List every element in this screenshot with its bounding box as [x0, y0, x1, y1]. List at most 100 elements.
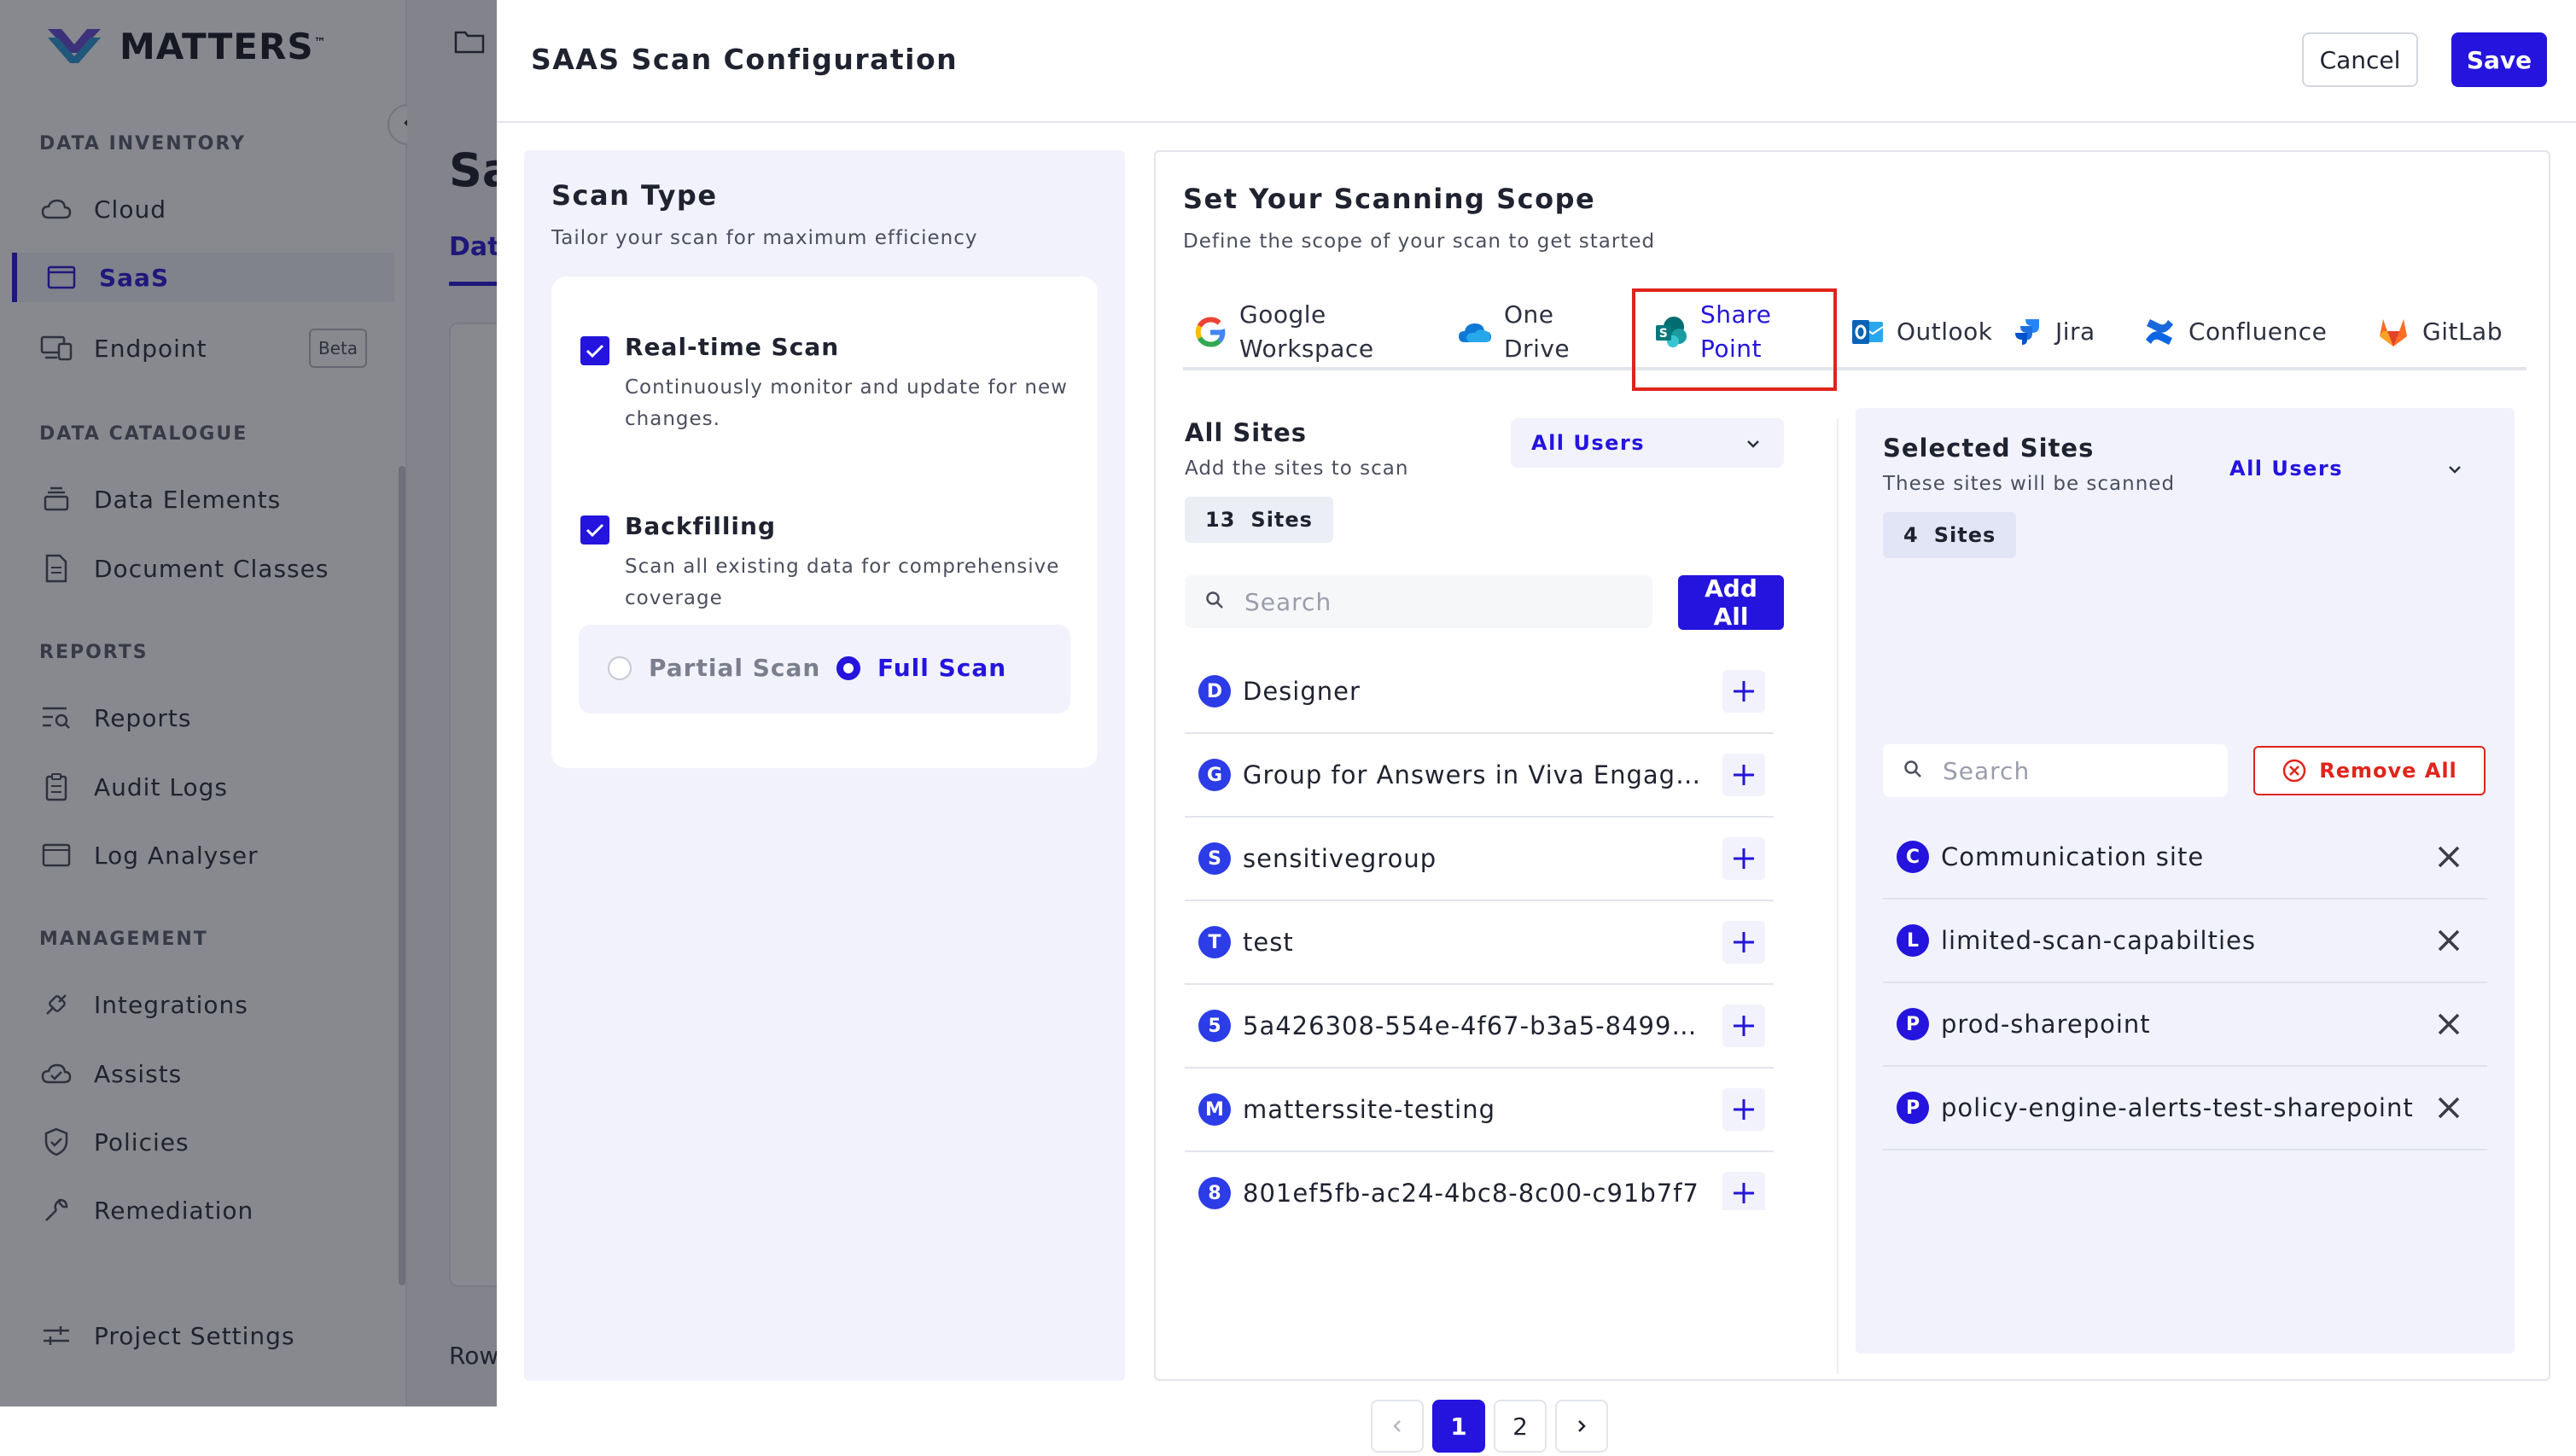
remove-all-button[interactable]: Remove All — [2253, 746, 2486, 795]
radio-unselected-icon — [608, 655, 632, 680]
jira-icon — [2009, 315, 2043, 349]
scope-title: Set Your Scanning Scope — [1183, 183, 1596, 215]
tab-label-line1: One — [1504, 300, 1554, 329]
all-sites-column: All Sites Add the sites to scan All User… — [1185, 418, 1791, 1453]
tab-confluence[interactable]: Confluence — [2142, 295, 2327, 369]
tab-onedrive[interactable]: One Drive — [1458, 295, 1570, 369]
realtime-scan-checkbox[interactable] — [580, 336, 609, 365]
active-tab-highlight — [1632, 288, 1837, 391]
all-sites-search-input[interactable] — [1243, 586, 1601, 617]
add-site-button[interactable] — [1722, 921, 1765, 964]
plus-icon — [1734, 932, 1754, 952]
plus-icon — [1734, 1183, 1754, 1203]
tab-gitlab[interactable]: GitLab — [2376, 295, 2503, 369]
remove-site-button[interactable] — [2427, 1086, 2470, 1129]
scan-type-subtitle: Tailor your scan for maximum efficiency — [551, 227, 978, 249]
confluence-icon — [2142, 315, 2177, 349]
site-name: policy-engine-alerts-test-sharepoint — [1941, 1093, 2414, 1122]
dropdown-value: All Users — [2229, 457, 2344, 480]
list-item: P prod-sharepoint — [1883, 983, 2487, 1067]
remove-site-button[interactable] — [2427, 919, 2470, 962]
sites-count-label: Sites — [1250, 508, 1313, 532]
selected-sites-title: Selected Sites — [1883, 434, 2095, 463]
site-name: limited-scan-capabilties — [1941, 926, 2256, 955]
list-item: D Designer — [1185, 650, 1774, 734]
plus-icon — [1734, 848, 1754, 869]
tab-outlook[interactable]: Outlook — [1850, 295, 1993, 369]
all-users-dropdown[interactable]: All Users — [1511, 418, 1784, 468]
all-sites-subtitle: Add the sites to scan — [1185, 457, 1409, 480]
add-site-button[interactable] — [1722, 837, 1765, 880]
selected-sites-search[interactable] — [1883, 744, 2228, 797]
site-name: Group for Answers in Viva Engage – ... — [1243, 760, 1711, 789]
site-name: Designer — [1243, 677, 1361, 706]
next-page-button[interactable] — [1555, 1400, 1608, 1453]
close-icon — [2438, 929, 2460, 952]
tab-label-line1: Confluence — [2188, 317, 2328, 346]
scan-type-panel: Scan Type Tailor your scan for maximum e… — [524, 150, 1125, 1381]
chevron-right-icon — [1578, 1420, 1586, 1432]
chevron-left-icon — [1393, 1420, 1401, 1432]
selected-users-dropdown[interactable]: All Users — [2209, 444, 2486, 493]
saas-scan-config-modal: SAAS Scan Configuration Cancel Save Scan… — [497, 0, 2576, 1453]
full-scan-radio[interactable]: Full Scan — [836, 654, 1006, 682]
site-avatar: C — [1897, 841, 1929, 873]
site-avatar: T — [1198, 926, 1231, 958]
all-sites-search[interactable] — [1185, 575, 1652, 628]
google-icon — [1193, 315, 1227, 349]
list-item: M matterssite-testing — [1185, 1069, 1774, 1152]
add-site-button[interactable] — [1722, 754, 1765, 796]
site-avatar: G — [1198, 759, 1231, 791]
save-button[interactable]: Save — [2451, 32, 2547, 87]
backfilling-checkbox[interactable] — [580, 515, 609, 545]
list-item: T test — [1185, 901, 1774, 985]
dropdown-value: All Users — [1531, 431, 1646, 455]
radio-selected-icon — [836, 655, 860, 680]
close-icon — [2438, 846, 2460, 868]
realtime-scan-description: Continuously monitor and update for new … — [625, 376, 1068, 430]
close-icon — [2438, 1097, 2460, 1119]
all-sites-list[interactable]: D Designer G Group for Answers in Viva E… — [1185, 650, 1774, 1210]
plus-icon — [1734, 1016, 1754, 1036]
add-site-button[interactable] — [1722, 1005, 1765, 1047]
modal-title: SAAS Scan Configuration — [531, 43, 959, 76]
scan-type-card: Real-time Scan Continuously monitor and … — [551, 277, 1098, 768]
all-sites-title: All Sites — [1185, 418, 1308, 447]
add-site-button[interactable] — [1722, 1088, 1765, 1131]
tab-label-line1: GitLab — [2422, 317, 2503, 346]
tab-google-workspace[interactable]: Google Workspace — [1193, 295, 1374, 369]
chevron-down-icon — [2446, 459, 2463, 483]
pagination: 1 2 — [1371, 1400, 1608, 1456]
list-item: 8 801ef5fb-ac24-4bc8-8c00-c91b7f7 — [1185, 1152, 1774, 1210]
site-avatar: P — [1897, 1092, 1929, 1124]
cancel-button[interactable]: Cancel — [2302, 32, 2418, 87]
full-scan-label: Full Scan — [877, 654, 1007, 682]
partial-scan-radio[interactable]: Partial Scan — [608, 654, 820, 682]
remove-site-button[interactable] — [2427, 836, 2470, 878]
selected-sites-list: C Communication site L limited-scan-capa… — [1883, 816, 2487, 1150]
list-item: P policy-engine-alerts-test-sharepoint — [1883, 1067, 2487, 1150]
search-icon — [1205, 591, 1224, 613]
selected-count-badge: 4 Sites — [1883, 512, 2017, 558]
selected-count: 4 — [1903, 523, 1919, 547]
remove-site-button[interactable] — [2427, 1003, 2470, 1045]
add-site-button[interactable] — [1722, 1172, 1765, 1210]
page-2-button[interactable]: 2 — [1494, 1400, 1547, 1453]
selected-sites-search-input[interactable] — [1941, 755, 2197, 786]
remove-all-label: Remove All — [2319, 759, 2457, 783]
prev-page-button[interactable] — [1371, 1400, 1424, 1453]
add-site-button[interactable] — [1722, 670, 1765, 713]
tab-jira[interactable]: Jira — [2009, 295, 2095, 369]
site-name: sensitivegroup — [1243, 844, 1437, 873]
plus-icon — [1734, 681, 1754, 702]
scan-mode-group: Partial Scan Full Scan — [579, 625, 1070, 713]
outlook-icon — [1850, 315, 1885, 349]
site-avatar: S — [1198, 842, 1231, 875]
add-all-button[interactable]: Add All — [1678, 574, 1784, 631]
page-1-button[interactable]: 1 — [1432, 1400, 1485, 1453]
tab-label-line1: Outlook — [1897, 317, 1993, 346]
partial-scan-label: Partial Scan — [649, 654, 821, 682]
backfilling-description: Scan all existing data for comprehensive… — [625, 556, 1060, 609]
tab-label-line1: Google — [1239, 300, 1326, 329]
site-name: 5a426308-554e-4f67-b3a5-8499c8... — [1243, 1011, 1711, 1040]
